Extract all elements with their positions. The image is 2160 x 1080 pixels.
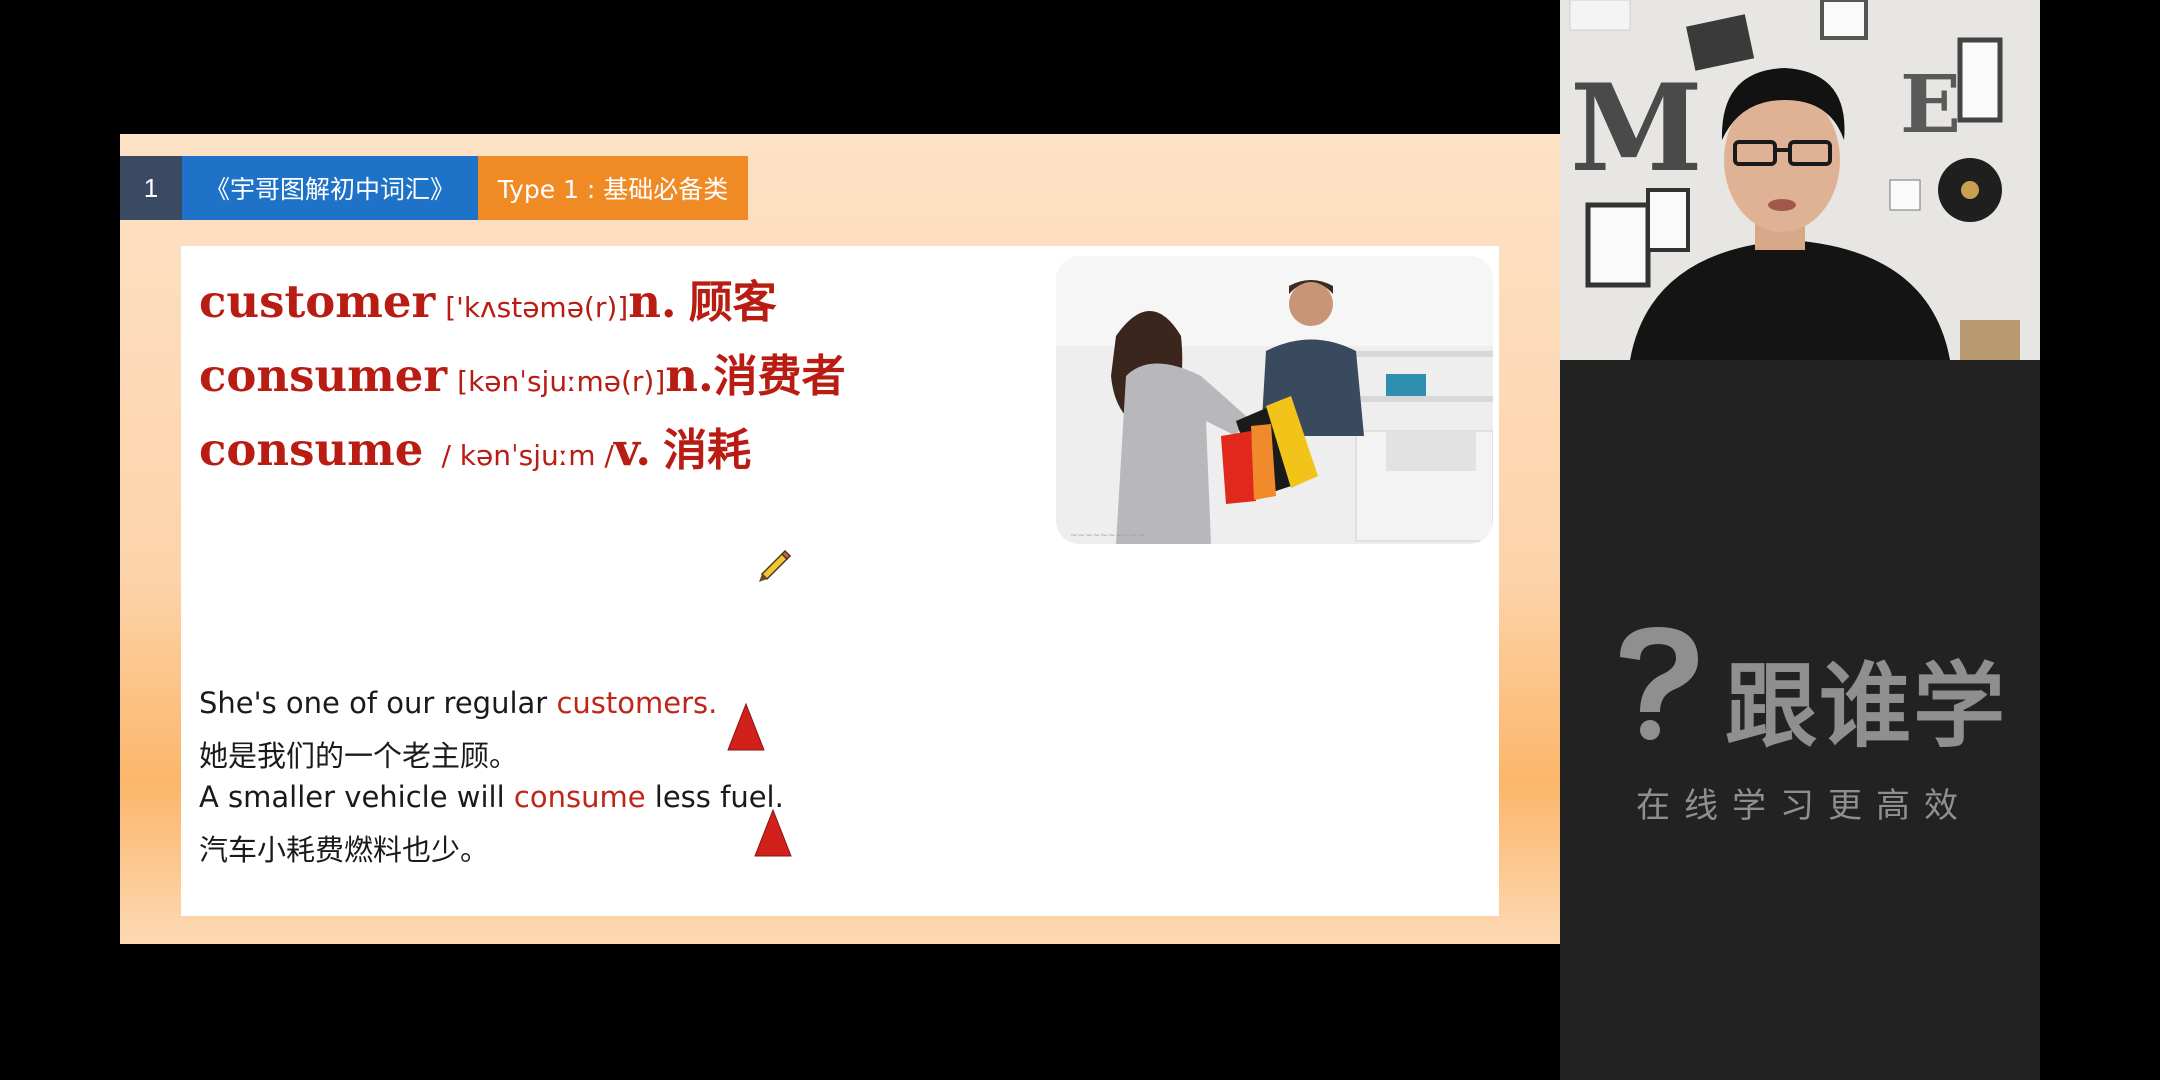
- watermark-slogan: 在线学习更高效: [1636, 786, 1972, 826]
- vocab-word: consume: [199, 423, 424, 476]
- vocab-item: customer ['kʌstəmə(r)] n. 顾客: [199, 266, 777, 328]
- svg-text:~~~~~~~~~~: ~~~~~~~~~~: [1070, 531, 1145, 541]
- example-sentence-en: A smaller vehicle will consume less fuel…: [199, 780, 784, 814]
- vocab-item: consumer [kənˈsjuːmə(r)] n. 消费者: [199, 340, 846, 402]
- vocab-meaning: 消耗: [663, 425, 752, 476]
- vocab-word: consumer: [199, 349, 448, 402]
- shopping-illustration: ~~~~~~~~~~: [1056, 256, 1493, 544]
- vocab-pos: n.: [665, 349, 714, 402]
- example-sentence-cn: 她是我们的一个老主顾。: [199, 739, 519, 773]
- vocab-phonetic: [kənˈsjuːmə(r)]: [457, 365, 666, 398]
- svg-text:M: M: [1570, 58, 1703, 199]
- type-label-tab: Type 1 : 基础必备类: [478, 156, 748, 220]
- vocab-meaning: 消费者: [713, 351, 846, 402]
- vocab-item: consume / kənˈsjuːm / v. 消耗: [199, 414, 751, 476]
- example-highlight: consume: [513, 780, 646, 814]
- svg-text:E: E: [1900, 57, 1961, 151]
- teacher-webcam: M E: [1560, 0, 2040, 360]
- watermark-panel: 跟谁学 在线学习更高效: [1560, 360, 2040, 1080]
- watermark-title: 跟谁学: [1725, 653, 2008, 760]
- vocab-pos: v.: [613, 423, 652, 476]
- vocab-phonetic: / kənˈsjuːm /: [441, 439, 614, 472]
- vocab-pos: n.: [628, 275, 677, 328]
- slide-header: 1 《宇哥图解初中词汇》 Type 1 : 基础必备类: [120, 156, 748, 220]
- vocab-word: customer: [199, 275, 436, 328]
- slide: 1 《宇哥图解初中词汇》 Type 1 : 基础必备类 customer ['k…: [120, 134, 1560, 944]
- example-text: A smaller vehicle will: [199, 780, 514, 814]
- content-card: customer ['kʌstəmə(r)] n. 顾客 consumer [k…: [181, 246, 1499, 916]
- pencil-icon: [759, 549, 792, 582]
- vocab-phonetic: ['kʌstəmə(r)]: [445, 291, 629, 324]
- example-sentence-en: She's one of our regular customers.: [199, 686, 717, 720]
- question-mark-logo-icon: [1620, 627, 1698, 740]
- example-sentence-cn: 汽车小耗费燃料也少。: [199, 833, 490, 867]
- vocab-meaning: 顾客: [688, 277, 777, 328]
- slide-page-number: 1: [120, 156, 182, 220]
- example-highlight: customers.: [556, 686, 718, 720]
- triangle-marker-icon: [754, 808, 792, 857]
- example-text: She's one of our regular: [199, 686, 557, 720]
- book-title-tab: 《宇哥图解初中词汇》: [182, 156, 478, 220]
- triangle-marker-icon: [727, 702, 765, 751]
